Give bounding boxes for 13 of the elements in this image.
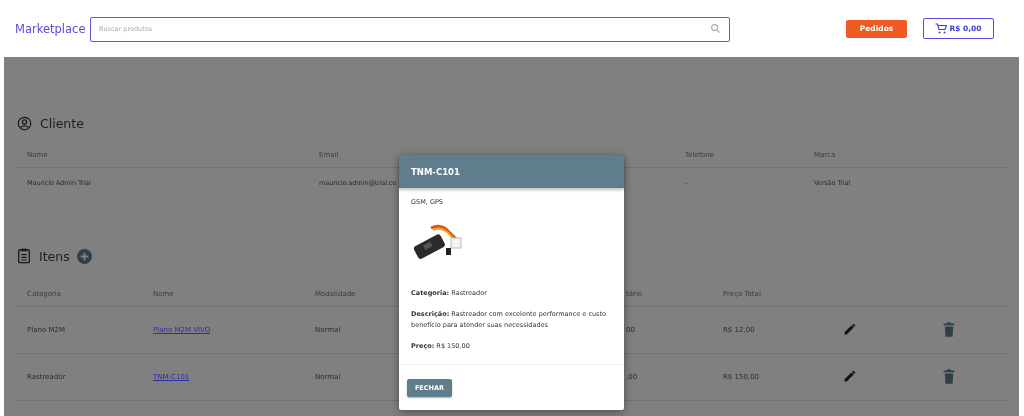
clipboard-icon — [17, 248, 31, 264]
search-icon — [710, 23, 721, 34]
delete-icon[interactable] — [943, 368, 955, 384]
edit-icon[interactable] — [843, 369, 856, 383]
brand-name[interactable]: Marketplace — [15, 21, 90, 36]
user-circle-icon — [17, 115, 32, 131]
delete-icon[interactable] — [943, 321, 955, 337]
edit-icon[interactable] — [843, 322, 856, 336]
add-icon[interactable] — [76, 248, 92, 264]
section-title: Cliente — [40, 115, 84, 131]
cart-icon — [935, 23, 948, 34]
section-title: Itens — [39, 248, 70, 264]
dialog-title: TNM-C101 — [411, 166, 460, 177]
